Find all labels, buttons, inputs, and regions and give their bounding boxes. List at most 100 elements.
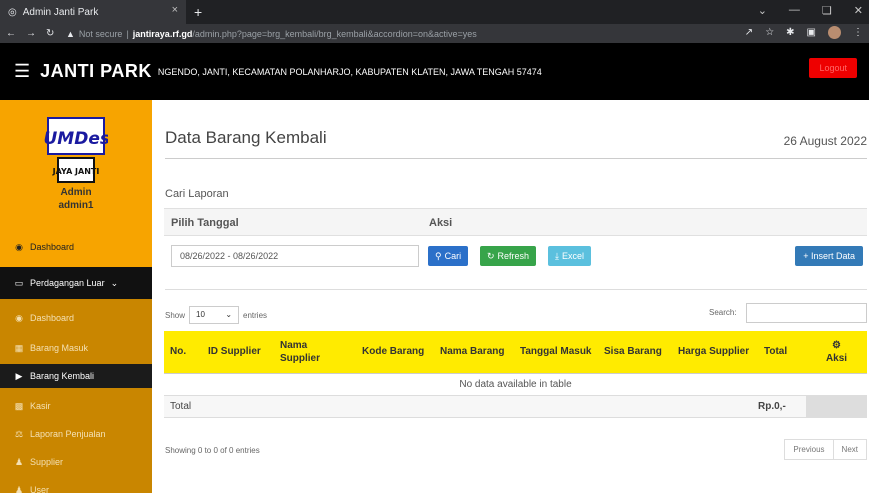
excel-button[interactable]: ⤓ Excel — [548, 246, 591, 266]
chevron-down-icon: ⌄ — [110, 277, 119, 288]
col-nama-barang[interactable]: Nama Barang — [434, 331, 514, 374]
truck-icon: ▶ — [15, 371, 23, 381]
sidebar-group-perdagangan[interactable]: ▭ Perdagangan Luar ⌄ — [0, 267, 152, 299]
sidebar-item-kasir[interactable]: ▩ Kasir — [0, 394, 152, 418]
browser-tab[interactable]: ◎ Admin Janti Park × — [0, 0, 186, 24]
total-label: Total — [164, 395, 758, 418]
sidebar-item-barang-kembali[interactable]: ▶ Barang Kembali — [0, 364, 152, 388]
close-window-icon[interactable]: ✕ — [854, 4, 863, 17]
close-tab-icon[interactable]: × — [172, 4, 178, 16]
logo-text-bottom: JAYA JANTI — [52, 167, 100, 176]
filter-date-label: Pilih Tanggal — [171, 217, 239, 229]
hamburger-icon[interactable]: ☰ — [14, 61, 30, 82]
cash-register-icon: ▩ — [14, 401, 24, 411]
tab-title: Admin Janti Park — [22, 6, 99, 18]
table-row-empty: No data available in table — [164, 373, 867, 396]
new-tab-button[interactable]: + — [194, 4, 202, 20]
menu-icon[interactable]: ⋮ — [853, 27, 863, 38]
col-id-supplier[interactable]: ID Supplier — [202, 331, 274, 374]
next-button[interactable]: Next — [833, 439, 867, 460]
col-aksi[interactable]: ⚙ Aksi — [806, 331, 867, 374]
url-divider: | — [126, 28, 129, 39]
col-aksi-label: Aksi — [825, 352, 848, 364]
page-date: 26 August 2022 — [783, 134, 867, 148]
dashboard-icon: ◉ — [15, 242, 23, 252]
refresh-label: Refresh — [497, 251, 530, 261]
section-title: Cari Laporan — [165, 188, 229, 200]
col-total[interactable]: Total — [758, 331, 806, 374]
address-bar[interactable]: ▲ Not secure | jantiraya.rf.gd/admin.php… — [66, 29, 477, 39]
col-sisa-barang[interactable]: Sisa Barang — [598, 331, 672, 374]
sidebar-item-label: Barang Masuk — [30, 343, 89, 353]
col-kode-barang[interactable]: Kode Barang — [356, 331, 434, 374]
sidebar-item-label: Laporan Penjualan — [30, 429, 106, 439]
cari-button[interactable]: ⚲ Cari — [428, 246, 469, 266]
brand-address: NGENDO, JANTI, KECAMATAN POLANHARJO, KAB… — [157, 66, 542, 77]
sidebar-item-user[interactable]: ♟ User — [0, 478, 152, 502]
chevron-down-icon[interactable]: ⌄ — [758, 4, 767, 17]
col-tanggal-masuk[interactable]: Tanggal Masuk — [514, 331, 598, 374]
profile-avatar[interactable] — [828, 26, 841, 39]
sidebar-item-label: Supplier — [30, 457, 64, 467]
show-label: Show — [165, 310, 186, 320]
app-header: ☰ JANTI PARK NGENDO, JANTI, KECAMATAN PO… — [0, 43, 869, 100]
entries-value: 10 — [196, 310, 205, 319]
search-input[interactable] — [746, 303, 867, 323]
insert-data-button[interactable]: + Insert Data — [795, 246, 863, 266]
table-header-row: No. ID Supplier Nama Supplier Kode Baran… — [164, 331, 867, 374]
maximize-icon[interactable]: ❏ — [822, 4, 832, 17]
sidebar-item-label: Kasir — [30, 401, 51, 411]
warning-icon: ▲ — [66, 28, 75, 39]
sidebar-item-laporan[interactable]: ⚖ Laporan Penjualan — [0, 422, 152, 446]
entries-label: entries — [243, 310, 268, 320]
reload-icon[interactable]: ↻ — [46, 28, 54, 39]
back-icon[interactable]: ← — [6, 28, 16, 39]
no-data-message: No data available in table — [164, 373, 867, 396]
col-nama-supplier[interactable]: Nama Supplier — [274, 331, 356, 374]
sidebar-item-dashboard[interactable]: ◉ Dashboard — [0, 235, 152, 259]
sidebar-item-label: Barang Kembali — [30, 371, 95, 381]
sidebar-item-supplier[interactable]: ♟ Supplier — [0, 450, 152, 474]
user-role: Admin — [60, 187, 92, 198]
col-harga-supplier[interactable]: Harga Supplier — [672, 331, 758, 374]
search-icon: ⚲ — [435, 250, 442, 261]
entries-select[interactable]: 10 ⌄ — [189, 306, 240, 324]
user-name: admin1 — [58, 200, 94, 211]
filter-panel-header — [164, 208, 867, 236]
logout-button[interactable]: Logout — [809, 58, 857, 78]
chevron-down-icon: ⌄ — [225, 310, 233, 319]
boxes-icon: ▦ — [14, 343, 24, 353]
date-range-input[interactable]: 08/26/2022 - 08/26/2022 — [171, 245, 419, 267]
refresh-icon: ↻ — [487, 250, 495, 261]
url-host: jantiraya.rf.gd — [132, 28, 193, 39]
brand-title: JANTI PARK — [40, 61, 152, 81]
filter-action-label: Aksi — [429, 217, 453, 229]
share-icon[interactable]: ↗ — [745, 27, 753, 38]
extensions-icon[interactable]: ✱ — [786, 27, 794, 38]
sidebar: BUMDesa JAYA JANTI Admin admin1 ◉ Dashbo… — [0, 100, 152, 495]
not-secure-label: Not secure — [78, 28, 123, 39]
sidebar-group-label: Perdagangan Luar — [30, 278, 105, 288]
previous-button[interactable]: Previous — [784, 439, 834, 460]
window-controls: ⌄ — ❏ ✕ — [758, 4, 863, 17]
star-icon[interactable]: ☆ — [765, 27, 774, 38]
gear-icon: ⚙ — [832, 339, 841, 351]
search-label: Search: — [709, 308, 737, 317]
col-no[interactable]: No. — [164, 331, 202, 374]
refresh-button[interactable]: ↻ Refresh — [480, 246, 537, 266]
dashboard-icon: ◉ — [15, 313, 23, 323]
sidebar-item-dashboard-sub[interactable]: ◉ Dashboard — [0, 306, 152, 330]
excel-label: Excel — [561, 251, 584, 261]
panel-divider — [165, 289, 867, 290]
entries-control: Show 10 ⌄ entries — [165, 306, 267, 324]
page-title: Data Barang Kembali — [165, 128, 327, 147]
data-table: No. ID Supplier Nama Supplier Kode Baran… — [164, 331, 867, 418]
showing-info: Showing 0 to 0 of 0 entries — [165, 446, 260, 455]
minimize-icon[interactable]: — — [789, 4, 800, 17]
globe-icon: ◎ — [8, 6, 17, 18]
forward-icon[interactable]: → — [26, 28, 36, 39]
table-total-row: Total Rp.0,- — [164, 395, 867, 418]
sidepanel-icon[interactable]: ▣ — [807, 27, 816, 38]
logo-text-top: BUMDesa — [44, 129, 108, 149]
sidebar-item-barang-masuk[interactable]: ▦ Barang Masuk — [0, 336, 152, 360]
